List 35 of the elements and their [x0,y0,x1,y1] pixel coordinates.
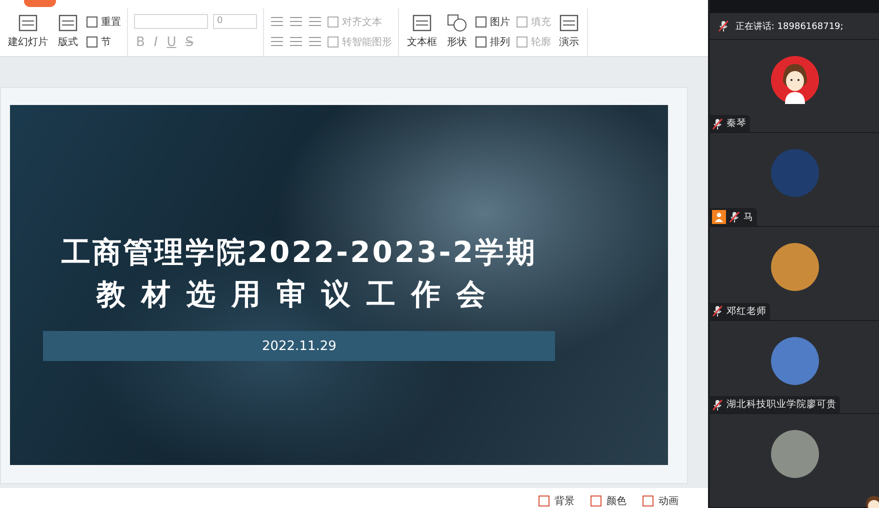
slide-title: 工商管理学院2022-2023-2学期 [61,234,538,271]
bottom-tool-button[interactable]: 背景 [538,494,574,508]
layout-icon [58,14,78,32]
shapes-icon [447,14,467,32]
text-box-icon [412,14,432,32]
present-button[interactable]: 演示 [557,14,581,50]
tool-icon [590,495,602,507]
arrange-button[interactable]: 排列 [475,34,510,49]
section-button[interactable]: 节 [86,34,121,49]
tool-icon [538,495,550,507]
shape-button[interactable]: 形状 [445,14,469,50]
reset-button[interactable]: 重置 [86,14,121,29]
participant-name: 马 [743,210,754,224]
muted-mic-icon [712,305,724,318]
bottom-tool-button[interactable]: 动画 [642,494,678,508]
muted-mic-icon [729,211,740,224]
participant-name: 邓红老师 [726,304,766,318]
cartoon-avatar-drawing [770,56,819,104]
muted-mic-icon [712,118,724,130]
font-family-field[interactable] [134,14,208,29]
participant-name: 湖北科技职业学院廖可贵 [726,398,836,412]
new-slide-button[interactable]: 建幻灯片 [6,14,50,50]
active-menu-tab[interactable] [24,0,56,7]
muted-mic-icon [718,20,730,32]
host-badge-icon [712,210,726,224]
picture-button[interactable]: 图片 [475,14,510,29]
participant-name: 秦琴 [726,117,746,130]
bottom-tool-button[interactable]: 颜色 [590,494,626,508]
slide-date: 2022.11.29 [262,338,336,354]
muted-mic-icon [712,398,724,411]
slide-title: 教材选用审议工作会 [96,276,502,313]
tool-icon [642,495,654,507]
layout-button[interactable]: 版式 [56,14,80,50]
text-box-button[interactable]: 文本框 [405,14,439,50]
speaking-status: 正在讲话: 18986168719; [735,20,844,32]
